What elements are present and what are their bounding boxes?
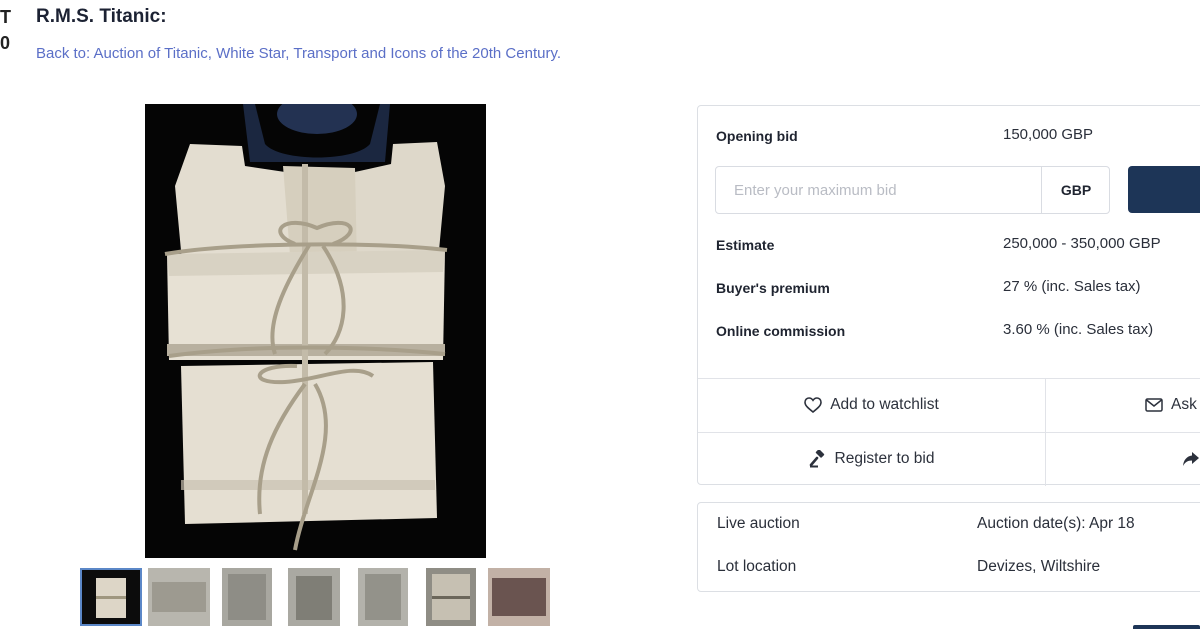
main-lot-image[interactable]: [145, 104, 486, 558]
lot-number-line-1: T: [0, 7, 11, 27]
place-bid-button[interactable]: [1128, 166, 1200, 213]
lot-location-value: Devizes, Wiltshire: [977, 558, 1101, 575]
lot-number-line-2: 0: [0, 33, 11, 53]
thumbnail-5[interactable]: [358, 568, 408, 626]
buyers-premium-label: Buyer's premium: [716, 280, 830, 296]
heart-icon: [804, 397, 823, 413]
lot-location-label: Lot location: [717, 558, 797, 575]
ask-question-label: Ask: [1171, 396, 1197, 413]
register-to-bid-label: Register to bid: [834, 450, 935, 467]
lot-title: R.M.S. Titanic:: [36, 6, 167, 27]
opening-bid-value: 150,000 GBP: [1003, 126, 1094, 143]
add-to-watchlist-label: Add to watchlist: [830, 396, 939, 413]
lot-number-edge: T 0: [0, 4, 11, 56]
thumbnail-6[interactable]: [426, 568, 476, 626]
thumbnail-2-image: [148, 568, 210, 626]
estimate-label: Estimate: [716, 237, 775, 253]
estimate-value: 250,000 - 350,000 GBP: [1003, 235, 1161, 252]
thumbnail-5-image: [358, 568, 408, 626]
register-to-bid-button[interactable]: Register to bid: [698, 432, 1045, 486]
share-arrow-icon: [1182, 451, 1200, 467]
thumbnail-1-image: [82, 570, 140, 624]
add-to-watchlist-button[interactable]: Add to watchlist: [698, 378, 1045, 432]
thumbnail-6-image: [426, 568, 476, 626]
share-button[interactable]: [1045, 432, 1200, 486]
online-commission-value: 3.60 % (inc. Sales tax): [1003, 321, 1154, 338]
buyers-premium-value: 27 % (inc. Sales tax): [1003, 278, 1141, 295]
life-jacket-photo: [145, 104, 486, 558]
bid-panel: Opening bid 150,000 GBP GBP Estimate 250…: [697, 105, 1200, 486]
bid-currency-label: GBP: [1041, 167, 1110, 213]
live-auction-label: Live auction: [717, 515, 800, 532]
thumbnail-4-image: [288, 568, 340, 626]
ask-question-button[interactable]: Ask: [1045, 378, 1200, 432]
thumbnail-3-image: [222, 568, 272, 626]
max-bid-input[interactable]: [716, 167, 1041, 213]
auction-info-panel: Live auction Auction date(s): Apr 18 Lot…: [697, 502, 1200, 592]
bottom-action-button-edge[interactable]: [1133, 625, 1200, 629]
thumbnail-7-image: [488, 568, 550, 626]
online-commission-label: Online commission: [716, 323, 846, 339]
envelope-icon: [1145, 398, 1163, 412]
thumbnail-3[interactable]: [222, 568, 272, 626]
bid-input-group: GBP: [715, 166, 1110, 214]
thumbnail-4[interactable]: [288, 568, 340, 626]
auction-dates-value: Auction date(s): Apr 18: [977, 515, 1135, 532]
thumbnail-2[interactable]: [148, 568, 210, 626]
gavel-icon: [809, 450, 827, 468]
opening-bid-label: Opening bid: [716, 128, 798, 144]
back-to-auction-link[interactable]: Back to: Auction of Titanic, White Star,…: [36, 45, 561, 62]
thumbnail-1[interactable]: [80, 568, 142, 626]
thumbnail-7[interactable]: [488, 568, 550, 626]
